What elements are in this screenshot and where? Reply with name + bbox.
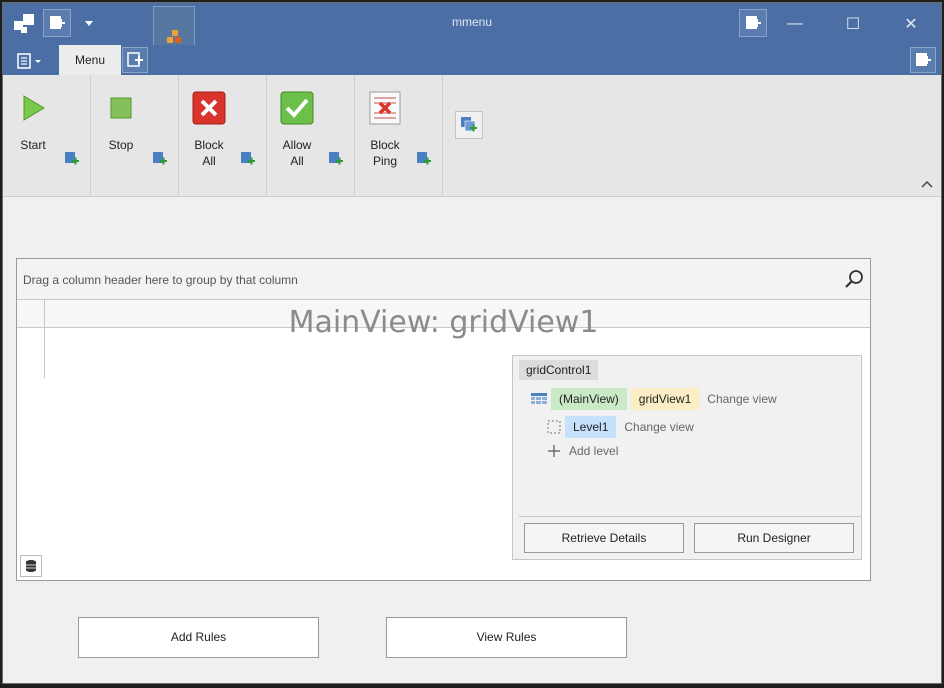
start-button[interactable]: Start [13,91,53,153]
allow-all-label-2: All [290,154,304,168]
ribbon-group-stop: Stop [91,75,179,195]
ribbon-group-block-ping: Block Ping [355,75,443,195]
block-all-icon [192,91,226,125]
level-placeholder-icon [547,420,561,434]
block-ping-icon [369,91,401,125]
add-item-icon [916,53,931,66]
minimize-button[interactable]: — [781,11,809,37]
add-page-icon [127,52,143,67]
add-small-icon[interactable] [328,151,344,167]
group-panel[interactable]: Drag a column header here to group by th… [17,259,870,300]
main-window: mmenu — ☐ ✕ Menu Start Stop Block All Al… [2,2,942,684]
tab-strip-add-button[interactable] [122,47,148,73]
tab-menu[interactable]: Menu [59,45,121,75]
add-small-icon[interactable] [416,151,432,167]
grid-control: Drag a column header here to group by th… [16,258,871,581]
collapse-ribbon-icon[interactable] [921,180,933,188]
data-source-button[interactable] [20,555,42,577]
level-designer-panel: gridControl1 (MainView) gridView1 Change… [512,355,862,560]
add-level-row[interactable]: Add level [547,444,618,458]
block-ping-button[interactable]: Block Ping [365,91,405,169]
change-view-link[interactable]: Change view [703,392,776,406]
block-all-button[interactable]: Block All [189,91,229,169]
maximize-button[interactable]: ☐ [839,11,867,37]
application-menu-icon[interactable] [17,53,43,69]
database-icon [26,560,36,572]
titlebar-add-button[interactable] [739,9,767,37]
main-view-chip[interactable]: (MainView) [551,388,627,410]
block-all-label-2: All [202,154,216,168]
grid-view-chip[interactable]: gridView1 [630,388,700,410]
block-ping-label-2: Ping [372,154,398,168]
stop-label: Stop [108,138,134,152]
add-small-icon[interactable] [152,151,168,167]
start-label: Start [20,138,46,152]
grid-view-icon [531,393,547,404]
designer-separator [519,516,861,517]
view-caption: MainView: gridView1 [288,305,599,340]
ribbon-group-allow-all: Allow All [267,75,355,195]
add-group-icon [461,117,477,132]
ribbon: Start Stop Block All Allow All Block Pin… [3,75,941,197]
add-page-group-button[interactable] [455,111,483,139]
add-rules-button[interactable]: Add Rules [78,617,319,658]
allow-all-button[interactable]: Allow All [277,91,317,169]
close-button[interactable]: ✕ [897,11,925,37]
allow-all-icon [280,91,314,125]
run-designer-button[interactable]: Run Designer [694,523,854,553]
retrieve-details-button[interactable]: Retrieve Details [524,523,684,553]
ribbon-group-start: Start [3,75,91,195]
ribbon-group-block-all: Block All [179,75,267,195]
add-item-icon [746,16,761,29]
tab-strip-right-add-button[interactable] [910,47,936,73]
view-rules-button[interactable]: View Rules [386,617,627,658]
level-row: Level1 Change view [547,416,694,438]
group-panel-hint: Drag a column header here to group by th… [23,273,298,287]
stop-button[interactable]: Stop [101,91,141,153]
block-ping-label-1: Block [370,138,400,152]
search-icon[interactable] [844,269,864,289]
plus-icon [548,445,560,457]
level-chip[interactable]: Level1 [565,416,617,438]
change-view-link-level[interactable]: Change view [620,420,693,434]
main-view-row: (MainView) gridView1 Change view [531,388,777,410]
add-small-icon[interactable] [64,151,80,167]
add-level-link[interactable]: Add level [565,444,618,458]
grid-control-name: gridControl1 [519,360,599,380]
ribbon-tab-strip: Menu [3,45,941,75]
title-bar: mmenu — ☐ ✕ [3,3,941,71]
allow-all-label-1: Allow [282,138,312,152]
play-icon [23,95,45,121]
stop-icon [110,97,132,119]
block-all-label-1: Block [194,138,224,152]
add-small-icon[interactable] [240,151,256,167]
